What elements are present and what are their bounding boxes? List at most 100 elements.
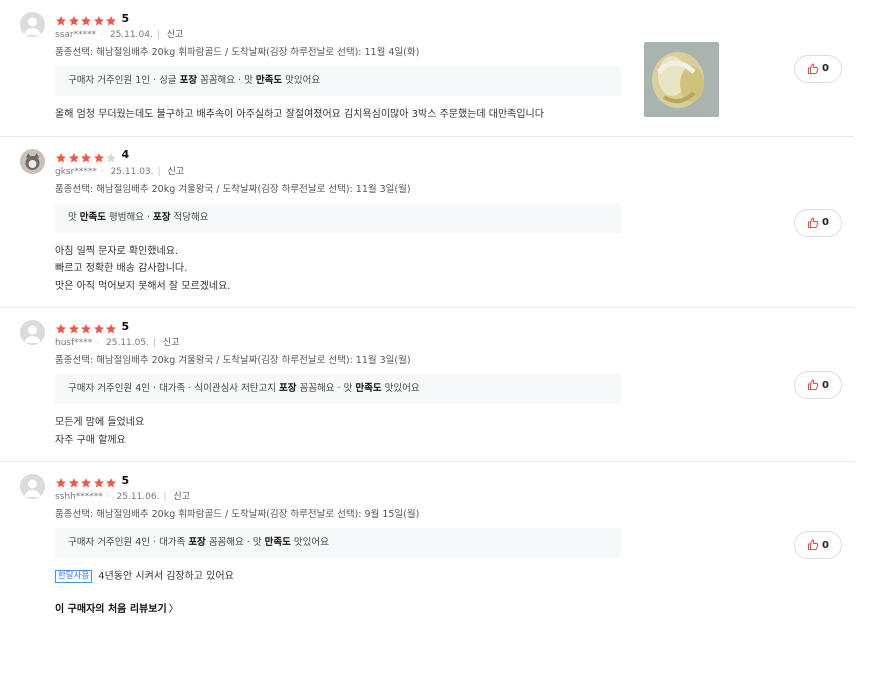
rating-stars: 5	[55, 472, 854, 488]
survey-keyword: 포장	[279, 383, 297, 394]
review-text-line: 맛은 아직 먹어보지 못해서 잘 모르겠네요.	[55, 278, 615, 296]
review-meta: ssar***** · 25.11.04. | 신고	[55, 30, 184, 40]
star-filled-icon	[68, 474, 80, 488]
review-meta: sshh****** · 25.11.06. | 신고	[55, 492, 190, 502]
product-option: 품종선택: 해남절임배추 20kg 겨울왕국 / 도착날짜(김장 하루전날로 선…	[55, 183, 411, 195]
report-link[interactable]: 신고	[173, 492, 190, 502]
like-button[interactable]: 0	[794, 371, 842, 399]
first-review-link[interactable]: 이 구매자의 처음 리뷰보기 〉	[55, 600, 179, 615]
survey-text: 구매자 거주인원 1인 · 싱글	[68, 75, 180, 86]
review-text-line: 자주 구매 할께요	[55, 432, 615, 450]
star-filled-icon	[93, 474, 105, 488]
star-filled-icon	[105, 12, 117, 26]
rating-score: 5	[121, 11, 130, 25]
survey-text: 구매자 거주인원 4인 · 대가족	[68, 537, 189, 548]
survey-keyword: 만족도	[264, 537, 291, 548]
product-option: 품종선택: 해남절임배추 20kg 겨울왕국 / 도착날짜(김장 하루전날로 선…	[55, 355, 411, 366]
survey-text: 꼼꼼해요 · 맛	[197, 75, 256, 86]
star-filled-icon	[93, 149, 105, 162]
avatar[interactable]	[20, 320, 45, 345]
like-count: 0	[822, 63, 829, 74]
rating-stars: 5	[55, 318, 854, 334]
survey-keyword: 만족도	[355, 383, 382, 394]
review-text: 아침 일찍 문자로 확인했네요.	[55, 245, 179, 257]
review-text: 모든게 맘에 들었네요	[55, 417, 145, 428]
star-filled-icon	[80, 320, 92, 334]
like-count: 0	[822, 217, 829, 228]
reviewer-id: ssar*****	[55, 30, 97, 40]
survey-keyword: 포장	[188, 537, 206, 548]
survey-text: 맛있어요	[381, 383, 420, 394]
review-text-line: 올해 엄청 무더웠는데도 불구하고 배추속이 아주실하고 잘절여졌어요 김치욕심…	[55, 106, 615, 124]
review-content: 올해 엄청 무더웠는데도 불구하고 배추속이 아주실하고 잘절여졌어요 김치욕심…	[55, 106, 615, 124]
usage-badge: 한달사용	[55, 569, 93, 583]
star-filled-icon	[68, 320, 80, 334]
review-list: 5 ssar***** · 25.11.04. | 신고 품종선택: 해남절임배추 …	[0, 0, 884, 628]
avatar[interactable]	[20, 12, 45, 37]
first-review-label: 이 구매자의 처음 리뷰보기	[55, 603, 167, 615]
survey-text: 맛있어요	[282, 75, 321, 86]
star-filled-icon	[55, 149, 67, 162]
review-text-line: 빠르고 정확한 배송 감사합니다.	[55, 260, 615, 278]
avatar[interactable]	[20, 474, 45, 499]
review-item: 5 ssar***** · 25.11.04. | 신고 품종선택: 해남절임배추 …	[0, 0, 854, 137]
survey-keyword: 포장	[179, 75, 198, 86]
survey-text: 적당해요	[170, 211, 209, 223]
star-filled-icon	[55, 320, 67, 334]
review-item: 5 husf**** · 25.11.05. | 신고 품종선택: 해남절임배추 2…	[0, 308, 854, 462]
like-button[interactable]: 0	[794, 531, 842, 559]
review-text: 4년동안 시켜서 김장하고 있어요	[98, 571, 234, 582]
like-button[interactable]: 0	[794, 208, 842, 237]
review-date: 25.11.03.	[110, 166, 154, 177]
review-meta: husf**** · 25.11.05. | 신고	[55, 338, 180, 348]
survey-text: 맛있어요	[290, 537, 329, 548]
star-filled-icon	[105, 474, 117, 488]
review-survey: 구매자 거주인원 1인 · 싱글 포장 꼼꼼해요 · 맛 만족도 맛있어요	[55, 66, 621, 96]
review-text: 자주 구매 할께요	[55, 434, 126, 446]
star-filled-icon	[80, 474, 92, 488]
review-text: 올해 엄청 무더웠는데도 불구하고 배추속이 아주실하고 잘절여졌어요 김치욕심…	[55, 109, 544, 120]
review-text: 맛은 아직 먹어보지 못해서 잘 모르겠네요.	[55, 280, 231, 292]
star-filled-icon	[68, 12, 80, 26]
star-filled-icon	[80, 149, 92, 162]
like-button[interactable]: 0	[794, 54, 842, 83]
chevron-right-icon: 〉	[168, 603, 179, 615]
review-photo[interactable]	[644, 42, 719, 117]
survey-text: 구매자 거주인원 4인 · 대가족 · 식이관심사 저탄고지	[68, 383, 280, 394]
rating-score: 5	[121, 473, 130, 487]
avatar[interactable]	[20, 148, 45, 174]
reviewer-id: gksr*****	[55, 166, 97, 177]
survey-keyword: 만족도	[79, 211, 106, 223]
survey-keyword: 만족도	[255, 75, 283, 86]
star-empty-icon	[105, 149, 117, 162]
reviewer-id: sshh******	[55, 492, 103, 502]
survey-text: 맛	[68, 211, 80, 223]
report-link[interactable]: 신고	[163, 338, 180, 348]
survey-text: 꼼꼼해요 · 맛	[296, 383, 356, 394]
like-count: 0	[822, 379, 829, 391]
star-filled-icon	[105, 320, 117, 334]
reviewer-id: husf****	[55, 338, 93, 348]
review-text-line: 모든게 맘에 들었네요	[55, 414, 615, 432]
review-text: 빠르고 정확한 배송 감사합니다.	[55, 263, 188, 274]
review-content: 한달사용 4년동안 시켜서 김장하고 있어요	[55, 568, 615, 586]
thumbs-up-icon	[807, 62, 822, 75]
report-link[interactable]: 신고	[167, 30, 184, 40]
product-option: 품종선택: 해남절임배추 20kg 휘파람골드 / 도착날짜(김장 하루전날로 …	[55, 509, 420, 520]
like-count: 0	[822, 539, 829, 551]
rating-score: 5	[121, 319, 130, 333]
star-filled-icon	[55, 474, 67, 488]
star-filled-icon	[55, 12, 67, 26]
product-option: 품종선택: 해남절임배추 20kg 휘파람골드 / 도착날짜(김장 하루전날로 …	[55, 47, 420, 58]
rating-score: 4	[121, 148, 130, 161]
star-filled-icon	[68, 149, 80, 162]
review-meta: gksr***** · 25.11.03. | 신고	[55, 166, 185, 177]
survey-keyword: 포장	[153, 211, 171, 223]
report-link[interactable]: 신고	[167, 167, 184, 177]
review-survey: 구매자 거주인원 4인 · 대가족 포장 꼼꼼해요 · 맛 만족도 맛있어요	[55, 528, 621, 558]
thumbs-up-icon	[807, 379, 822, 391]
survey-text: 평범해요 ·	[106, 211, 154, 223]
review-text-line: 아침 일찍 문자로 확인했네요.	[55, 243, 615, 261]
review-date: 25.11.04.	[109, 30, 153, 40]
review-date: 25.11.05.	[106, 338, 149, 348]
